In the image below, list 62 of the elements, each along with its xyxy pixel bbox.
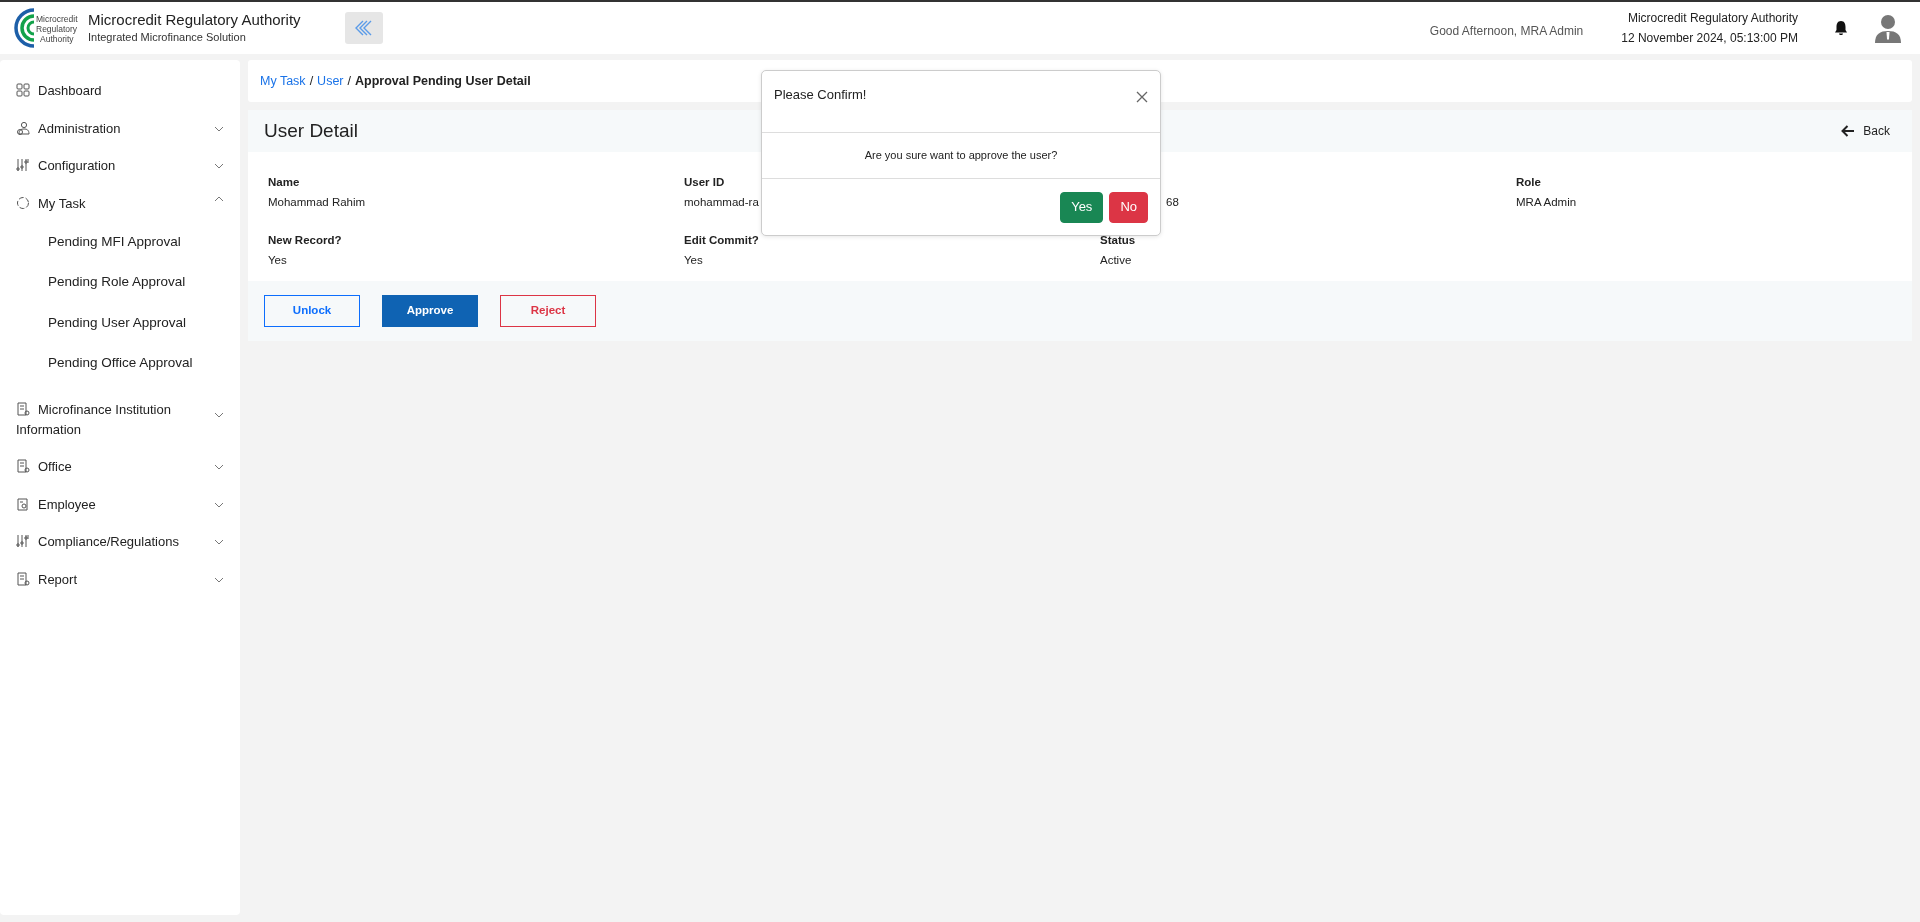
dialog-message: Are you sure want to approve the user?	[762, 133, 1160, 179]
grid-icon	[16, 83, 30, 97]
sidebar-item[interactable]: Office	[0, 448, 240, 486]
field-label: Status	[1100, 232, 1136, 248]
double-chevron-left-icon	[353, 19, 374, 37]
submenu-item[interactable]: Pending Role Approval	[0, 262, 186, 303]
app-title: Microcredit Regulatory Authority	[88, 10, 301, 29]
field-label: User ID	[684, 175, 725, 190]
submenu-item[interactable]: Pending Office Approval	[0, 342, 193, 383]
action-button[interactable]: Reject	[500, 295, 596, 327]
document-icon	[16, 571, 30, 586]
dialog-button[interactable]: No	[1109, 191, 1148, 223]
breadcrumb-separator: /	[347, 72, 351, 90]
document-icon	[16, 402, 30, 416]
breadcrumb-current: Approval Pending User Detail	[355, 72, 531, 90]
submenu-item[interactable]: Pending User Approval	[0, 302, 187, 343]
sidebar-item[interactable]: Employee	[0, 485, 240, 523]
sidebar-item[interactable]: Microfinance Institution Information	[0, 391, 240, 448]
field-value: MRA Admin	[1516, 195, 1577, 211]
user-avatar-icon[interactable]	[1874, 13, 1902, 43]
sidebar-item[interactable]: Compliance/Regulations	[0, 523, 240, 561]
sidebar-item[interactable]: Administration	[0, 109, 240, 147]
back-button[interactable]: Back	[1835, 121, 1896, 141]
field-value: mohammad-ra	[684, 195, 759, 211]
document-icon	[16, 459, 30, 473]
submenu-item[interactable]: Pending MFI Approval	[0, 222, 181, 263]
sidebar-item[interactable]: Dashboard	[0, 72, 240, 110]
field-value: Yes	[268, 252, 287, 268]
field-label: New Record?	[268, 232, 342, 248]
circle-icon	[16, 195, 30, 210]
collapse-sidebar-button[interactable]	[344, 12, 383, 44]
breadcrumb-link[interactable]: My Task	[260, 71, 306, 91]
organization-name: Microcredit Regulatory Authority	[1626, 9, 1798, 27]
sliders-icon	[16, 158, 30, 172]
notification-bell-icon[interactable]	[1834, 20, 1848, 36]
greeting: Good Afternoon, MRA Admin	[1429, 23, 1584, 41]
dialog-button[interactable]: Yes	[1060, 191, 1104, 223]
app-subtitle: Integrated Microfinance Solution	[88, 29, 247, 45]
action-button[interactable]: Unlock	[264, 295, 360, 327]
close-icon[interactable]	[1136, 91, 1148, 103]
breadcrumb-link[interactable]: User	[317, 71, 344, 91]
field-value: Mohammad Rahim	[268, 195, 366, 211]
field-label: Role	[1516, 175, 1541, 190]
dialog-title: Please Confirm!	[774, 86, 867, 104]
sidebar-item[interactable]: Configuration	[0, 147, 240, 185]
field-label: Edit Commit?	[684, 232, 759, 248]
field-value: Yes	[684, 252, 703, 268]
date-time: 12 November 2024, 05:13:00 PM	[1621, 30, 1798, 47]
field-value: 68	[1166, 195, 1179, 211]
logo-text: Authority	[40, 34, 74, 44]
logo-mark	[14, 8, 35, 48]
logo-text: Regulatory	[36, 24, 78, 34]
logo-text: Microcredit	[36, 14, 78, 24]
action-button[interactable]: Approve	[382, 295, 478, 327]
sliders-icon	[16, 534, 30, 548]
breadcrumb-separator: /	[309, 72, 314, 90]
field-value: Active	[1100, 252, 1132, 268]
card-title: User Detail	[264, 118, 358, 143]
sidebar-item[interactable]: My Task	[0, 184, 240, 222]
arrow-left-icon	[1841, 125, 1856, 137]
field-label: Name	[268, 175, 300, 190]
sidebar-item[interactable]: Report	[0, 560, 240, 598]
